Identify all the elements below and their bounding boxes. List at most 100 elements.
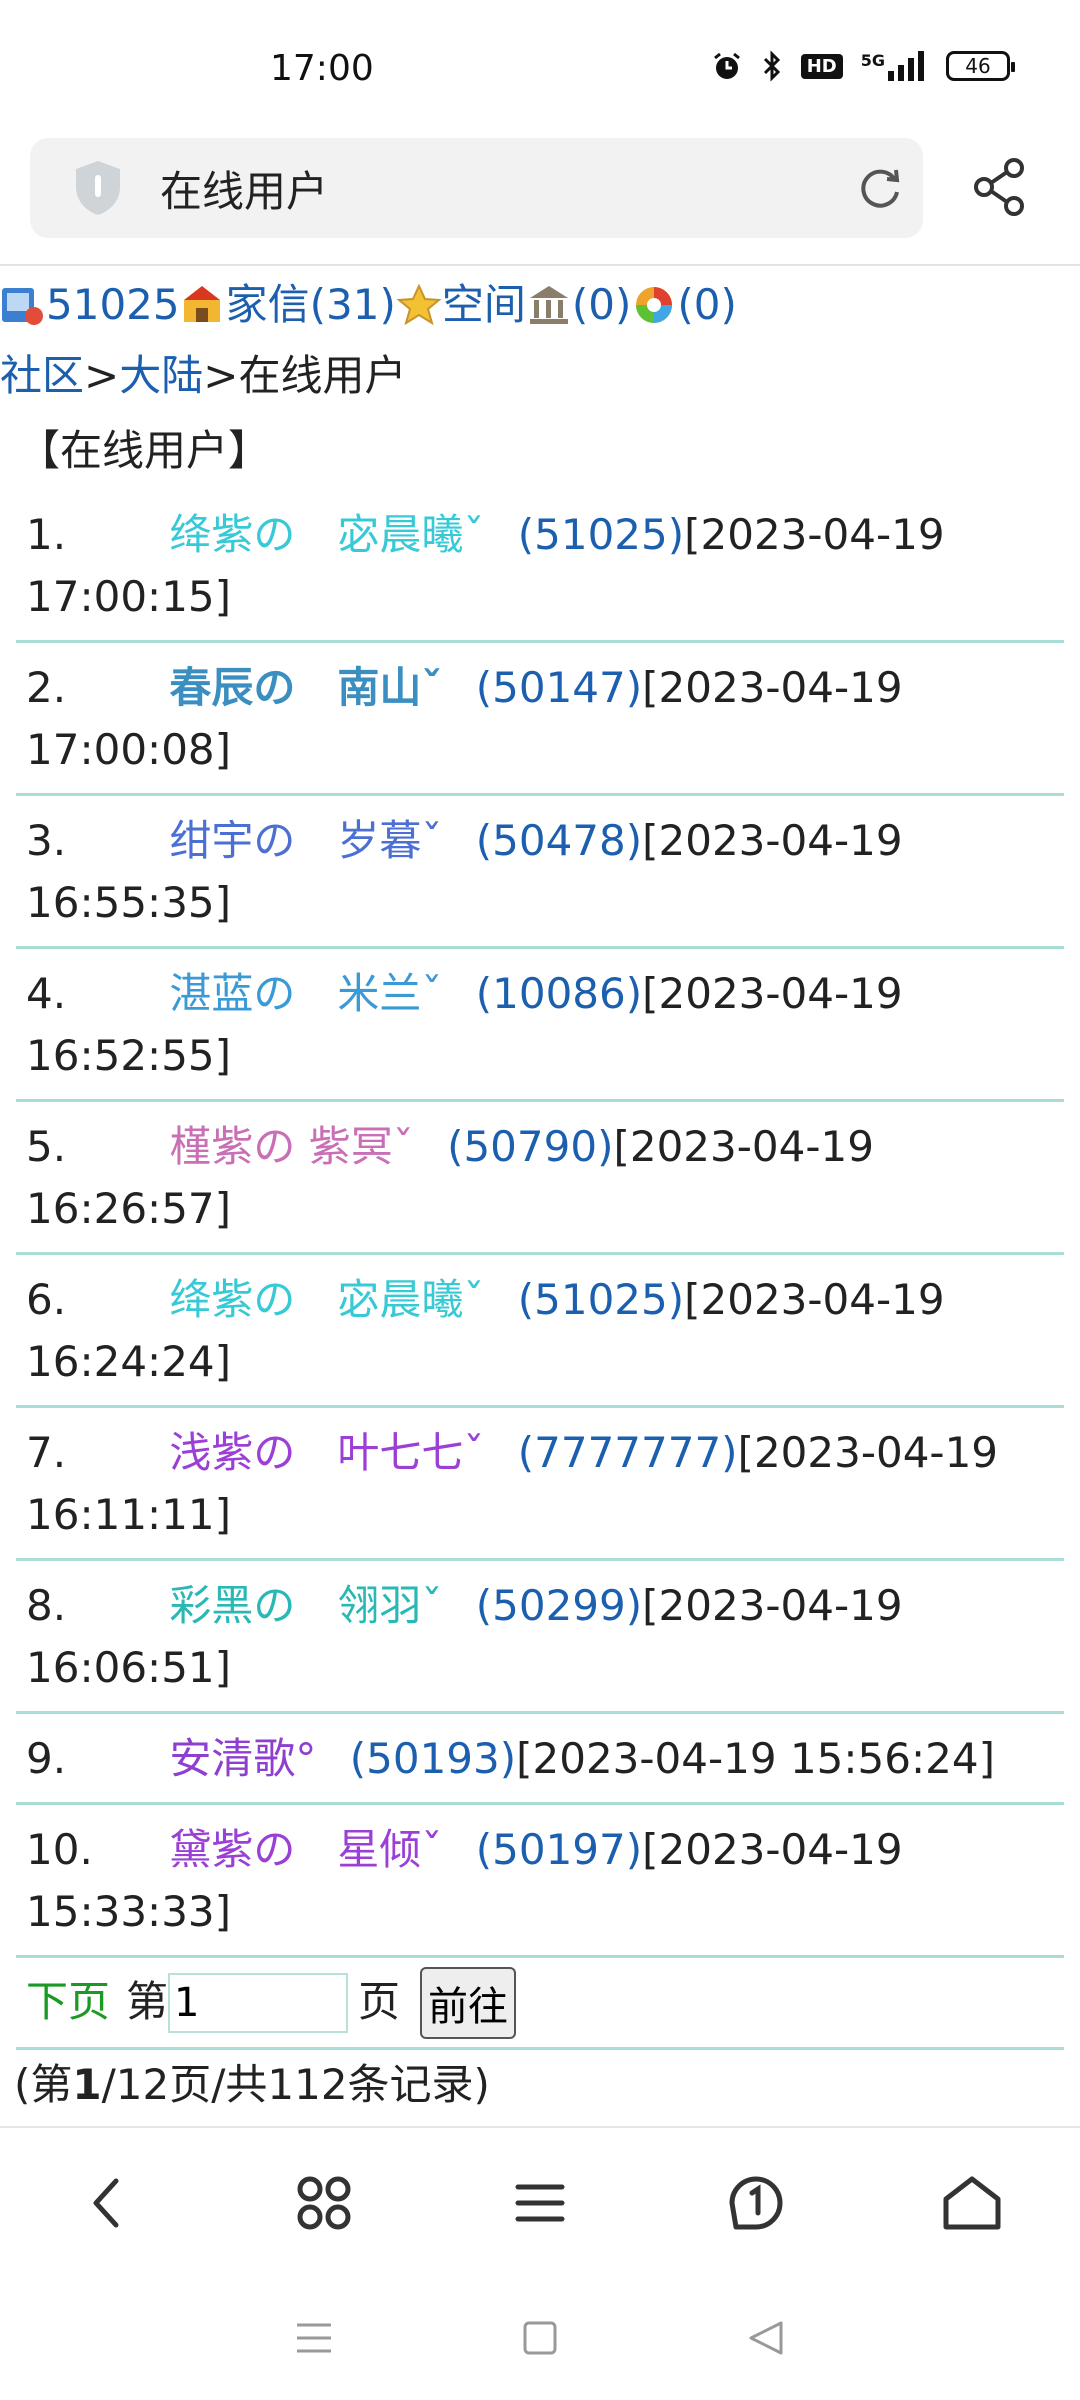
user-id[interactable]: (50197) — [476, 1825, 642, 1874]
user-id-link[interactable]: 51025 — [46, 280, 180, 330]
user-nickname[interactable]: 绀宇の 岁暮ˇ — [169, 816, 442, 865]
breadcrumb-separator: > — [84, 350, 120, 400]
breadcrumb-community[interactable]: 社区 — [0, 351, 84, 401]
user-nickname[interactable]: 安清歌° — [169, 1734, 316, 1783]
online-time: [2023-04-19 15:33:33] — [26, 1825, 903, 1936]
user-nickname[interactable]: 绛紫の 宓晨曦ˇ — [169, 510, 484, 559]
online-time: [2023-04-19 16:24:24] — [26, 1275, 945, 1386]
user-icon[interactable] — [0, 282, 46, 328]
list-item: 5. 槿紫の 紫冥ˇ (50790)[2023-04-19 16:26:57] — [16, 1102, 1064, 1255]
item-number: 3. — [26, 816, 67, 865]
aperture-icon[interactable] — [631, 282, 677, 328]
star-icon[interactable] — [396, 282, 442, 328]
signal-icon: 5G — [861, 51, 928, 81]
user-id[interactable]: (50147) — [476, 663, 642, 712]
tabs-icon[interactable] — [722, 2169, 790, 2237]
records-current-page: 1 — [72, 2059, 102, 2109]
list-item: 3. 绀宇の 岁暮ˇ (50478)[2023-04-19 16:55:35] — [16, 796, 1064, 949]
user-nickname[interactable]: 槿紫の 紫冥ˇ — [169, 1122, 413, 1171]
space-link[interactable]: 空间 — [442, 280, 526, 330]
address-bar[interactable]: 在线用户 — [30, 138, 923, 238]
next-page-link[interactable]: 下页 — [26, 1977, 110, 2027]
bank-count-link[interactable]: (0) — [572, 280, 632, 330]
user-nickname[interactable]: 浅紫の 叶七七ˇ — [169, 1428, 484, 1477]
go-button[interactable]: 前往 — [420, 1966, 517, 2039]
item-number: 2. — [26, 663, 67, 712]
record-summary: (第 1/12页/共112条记录) — [0, 2050, 1080, 2120]
list-item: 10. 黛紫の 星倾ˇ (50197)[2023-04-19 15:33:33] — [16, 1805, 1064, 1958]
bluetooth-icon — [763, 50, 780, 82]
records-suffix: /12页/共112条记录) — [101, 2059, 490, 2109]
user-topline: 51025 家信(31) 空间 (0) (0) — [0, 270, 1080, 340]
list-item: 4. 湛蓝の 米兰ˇ (10086)[2023-04-19 16:52:55] — [16, 949, 1064, 1102]
list-item: 2. 春辰の 南山ˇ (50147)[2023-04-19 17:00:08] — [16, 643, 1064, 796]
item-number: 4. — [26, 969, 67, 1018]
breadcrumb-current: 在线用户 — [238, 350, 407, 400]
online-time: [2023-04-19 17:00:15] — [26, 510, 945, 621]
list-item: 7. 浅紫の 叶七七ˇ (7777777)[2023-04-19 16:11:1… — [16, 1408, 1064, 1561]
system-nav-bar — [0, 2276, 1080, 2400]
user-id[interactable]: (50299) — [476, 1581, 642, 1630]
pager: 下页 第 页 前往 — [16, 1958, 1064, 2050]
user-id[interactable]: (50478) — [476, 816, 642, 865]
user-nickname[interactable]: 绛紫の 宓晨曦ˇ — [169, 1275, 484, 1324]
user-id[interactable]: (50790) — [447, 1122, 613, 1171]
reload-icon[interactable] — [857, 166, 903, 212]
page-prefix: 第 — [126, 1977, 169, 2027]
home-button-icon[interactable] — [517, 2315, 563, 2361]
mail-icon[interactable] — [180, 282, 226, 328]
home-icon[interactable] — [938, 2169, 1006, 2237]
online-user-list: 1. 绛紫の 宓晨曦ˇ (51025)[2023-04-19 17:00:15]… — [0, 490, 1080, 1958]
status-icons: HD 5G 46 — [711, 50, 1015, 82]
online-time: [2023-04-19 17:00:08] — [26, 663, 903, 774]
item-number: 10. — [26, 1825, 93, 1874]
user-nickname[interactable]: 湛蓝の 米兰ˇ — [169, 969, 442, 1018]
item-number: 9. — [26, 1734, 67, 1783]
apps-icon[interactable] — [290, 2169, 358, 2237]
recents-icon[interactable] — [291, 2315, 337, 2361]
other-count-link[interactable]: (0) — [677, 280, 737, 330]
list-item: 1. 绛紫の 宓晨曦ˇ (51025)[2023-04-19 17:00:15] — [16, 490, 1064, 643]
list-item: 6. 绛紫の 宓晨曦ˇ (51025)[2023-04-19 16:24:24] — [16, 1255, 1064, 1408]
item-number: 5. — [26, 1122, 67, 1171]
user-id[interactable]: (10086) — [476, 969, 642, 1018]
status-bar: 17:00 HD 5G 46 — [0, 0, 1080, 140]
network-label: 5G — [860, 51, 885, 70]
item-number: 7. — [26, 1428, 67, 1477]
shield-icon[interactable] — [72, 159, 124, 217]
item-number: 8. — [26, 1581, 67, 1630]
list-item: 8. 彩黑の 翎羽ˇ (50299)[2023-04-19 16:06:51] — [16, 1561, 1064, 1714]
page-number-input[interactable] — [168, 1972, 349, 2033]
online-time: [2023-04-19 16:55:35] — [26, 816, 903, 927]
records-prefix: (第 — [14, 2059, 73, 2109]
breadcrumb-region[interactable]: 大陆 — [119, 351, 203, 401]
online-time: [2023-04-19 15:56:24] — [516, 1734, 995, 1783]
mail-link[interactable]: 家信(31) — [226, 280, 396, 330]
page: 17:00 HD 5G 46 在线用户 51025 家信(31) 空间 (0) … — [0, 0, 1080, 2400]
user-id[interactable]: (50193) — [350, 1734, 516, 1783]
share-icon[interactable] — [972, 156, 1028, 218]
battery-icon: 46 — [946, 51, 1015, 81]
section-title: 【在线用户】 — [18, 425, 271, 475]
bank-icon[interactable] — [526, 282, 572, 328]
breadcrumb: 社区 > 大陆 > 在线用户 — [0, 340, 1080, 412]
user-nickname[interactable]: 黛紫の 星倾ˇ — [169, 1825, 442, 1874]
user-id[interactable]: (7777777) — [518, 1428, 738, 1477]
browser-toolbar — [0, 2126, 1080, 2278]
page-suffix: 页 — [358, 1977, 401, 2027]
back-icon[interactable] — [74, 2169, 142, 2237]
user-id[interactable]: (51025) — [518, 1275, 684, 1324]
item-number: 1. — [26, 510, 67, 559]
breadcrumb-separator: > — [203, 350, 239, 400]
system-back-icon[interactable] — [743, 2315, 789, 2361]
online-time: [2023-04-19 16:06:51] — [26, 1581, 903, 1692]
user-id[interactable]: (51025) — [518, 510, 684, 559]
user-nickname[interactable]: 春辰の 南山ˇ — [169, 663, 442, 712]
list-item: 9. 安清歌° (50193)[2023-04-19 15:56:24] — [16, 1714, 1064, 1805]
item-number: 6. — [26, 1275, 67, 1324]
menu-icon[interactable] — [506, 2169, 574, 2237]
online-time: [2023-04-19 16:52:55] — [26, 969, 903, 1080]
alarm-icon — [713, 52, 740, 79]
address-title[interactable]: 在线用户 — [160, 158, 328, 219]
user-nickname[interactable]: 彩黑の 翎羽ˇ — [169, 1581, 442, 1630]
